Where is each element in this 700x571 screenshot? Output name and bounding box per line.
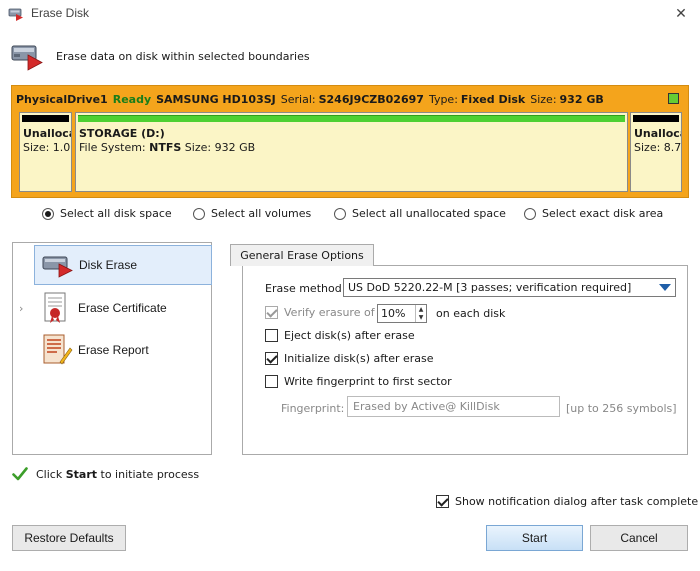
checkbox-box [265,352,278,365]
partition-storage[interactable]: STORAGE (D:) File System: NTFS Size: 932… [75,112,628,192]
drive-serial: S246J9CZB02697 [318,92,424,106]
radio-select-all-unallocated[interactable]: Select all unallocated space [334,207,506,220]
radio-label: Select exact disk area [542,207,664,220]
fingerprint-input[interactable]: Erased by Active@ KillDisk [347,396,560,417]
partition-name: Unalloca [634,127,682,140]
drive-status: Ready [112,92,152,106]
drive-type: Fixed Disk [460,92,526,106]
checkmark-icon [12,467,28,481]
partition-name: STORAGE (D:) [79,127,165,140]
radio-circle [42,207,54,220]
chevron-down-icon[interactable] [655,279,675,296]
drive-size-label: Size: [530,92,557,106]
radio-label: Select all disk space [60,207,172,220]
show-notification-label: Show notification dialog after task comp… [455,495,699,508]
drive-name: PhysicalDrive1 [16,92,108,106]
cancel-button[interactable]: Cancel [590,525,688,551]
start-hint-bold: Start [65,468,98,481]
start-hint-prefix: Click [36,468,63,481]
stepper-up-icon[interactable]: ▲ [419,306,424,313]
verify-erasure-checkbox[interactable]: Verify erasure of [265,306,375,319]
start-hint: Click Start to initiate process [36,468,199,481]
erase-method-select[interactable]: US DoD 5220.22-M [3 passes; verification… [343,278,676,297]
radio-select-exact-area[interactable]: Select exact disk area [524,207,663,220]
nav-label: Erase Report [78,343,149,357]
verify-percent-stepper[interactable]: 10% ▲ ▼ [377,304,427,323]
radio-label: Select all volumes [211,207,312,220]
nav-item-erase-report[interactable]: Erase Report [34,330,212,370]
partition-info: File System: NTFS Size: 932 GB [79,141,255,154]
restore-defaults-button[interactable]: Restore Defaults [12,525,126,551]
start-button[interactable]: Start [486,525,583,551]
close-icon[interactable]: ✕ [666,2,696,26]
fingerprint-hint: [up to 256 symbols] [566,402,677,415]
drive-serial-label: Serial: [280,92,316,106]
nav-label: Erase Certificate [78,301,167,315]
report-icon [43,334,73,365]
left-nav: › Disk Erase Erase Certificate Erase Rep… [12,242,212,455]
write-fingerprint-checkbox[interactable]: Write fingerprint to first sector [265,375,452,388]
disk-erase-icon [11,45,43,71]
nav-label: Disk Erase [79,258,138,272]
radio-select-all-disk-space[interactable]: Select all disk space [42,207,172,220]
show-notification-checkbox[interactable]: Show notification dialog after task comp… [436,495,698,508]
checkbox-box [436,495,449,508]
partition-size: Size: 932 GB [184,141,256,154]
verify-percent-value: 10% [381,307,406,320]
certificate-icon [44,292,66,323]
radio-circle [524,207,536,220]
drive-panel[interactable]: PhysicalDrive1 Ready SAMSUNG HD103SJ Ser… [11,85,689,198]
initialize-disk-checkbox[interactable]: Initialize disk(s) after erase [265,352,434,365]
nav-item-disk-erase[interactable]: Disk Erase [34,245,212,285]
radio-select-all-volumes[interactable]: Select all volumes [193,207,311,220]
drive-type-label: Type: [428,92,458,106]
start-hint-suffix: to initiate process [100,468,200,481]
checkbox-box [265,329,278,342]
verify-erasure-label: Verify erasure of [284,306,375,319]
partition-usage-bar [78,115,625,122]
write-fingerprint-label: Write fingerprint to first sector [284,375,452,388]
partition-unallocated-2[interactable]: Unalloca Size: 8.7 [630,112,682,192]
erase-method-label: Erase method: [265,282,346,295]
window-title: Erase Disk [31,6,90,20]
erase-method-value: US DoD 5220.22-M [3 passes; verification… [348,281,632,294]
chevron-right-icon[interactable]: › [19,302,23,315]
header-description: Erase data on disk within selected bound… [56,50,310,63]
eject-disk-checkbox[interactable]: Eject disk(s) after erase [265,329,415,342]
partition-bar [633,115,679,122]
radio-label: Select all unallocated space [352,207,506,220]
stepper-arrows-icon[interactable]: ▲ ▼ [415,305,426,322]
drive-size: 932 GB [559,92,604,106]
checkbox-box [265,375,278,388]
drive-status-indicator [668,93,679,104]
partition-fs-label: File System: [79,141,146,154]
drive-model: SAMSUNG HD103SJ [156,92,276,106]
partition-bar [22,115,69,122]
partition-info: Size: 1.00 [23,141,72,154]
disk-erase-icon [42,256,73,278]
radio-circle [193,207,205,220]
eject-disk-label: Eject disk(s) after erase [284,329,415,342]
radio-circle [334,207,346,220]
partition-name: Unalloca [23,127,72,140]
title-bar [0,0,700,28]
checkbox-box [265,306,278,319]
drive-header: PhysicalDrive1 Ready SAMSUNG HD103SJ Ser… [12,86,688,112]
fingerprint-label: Fingerprint: [281,402,345,415]
disk-erase-icon [8,8,23,21]
partition-info: Size: 8.7 [634,141,682,154]
partition-fs: NTFS [149,141,182,154]
stepper-down-icon[interactable]: ▼ [419,314,424,321]
partition-unallocated-1[interactable]: Unalloca Size: 1.00 [19,112,72,192]
tab-general-erase-options[interactable]: General Erase Options [230,244,374,266]
initialize-disk-label: Initialize disk(s) after erase [284,352,434,365]
verify-suffix-label: on each disk [436,307,506,320]
nav-item-erase-certificate[interactable]: Erase Certificate [34,288,212,328]
